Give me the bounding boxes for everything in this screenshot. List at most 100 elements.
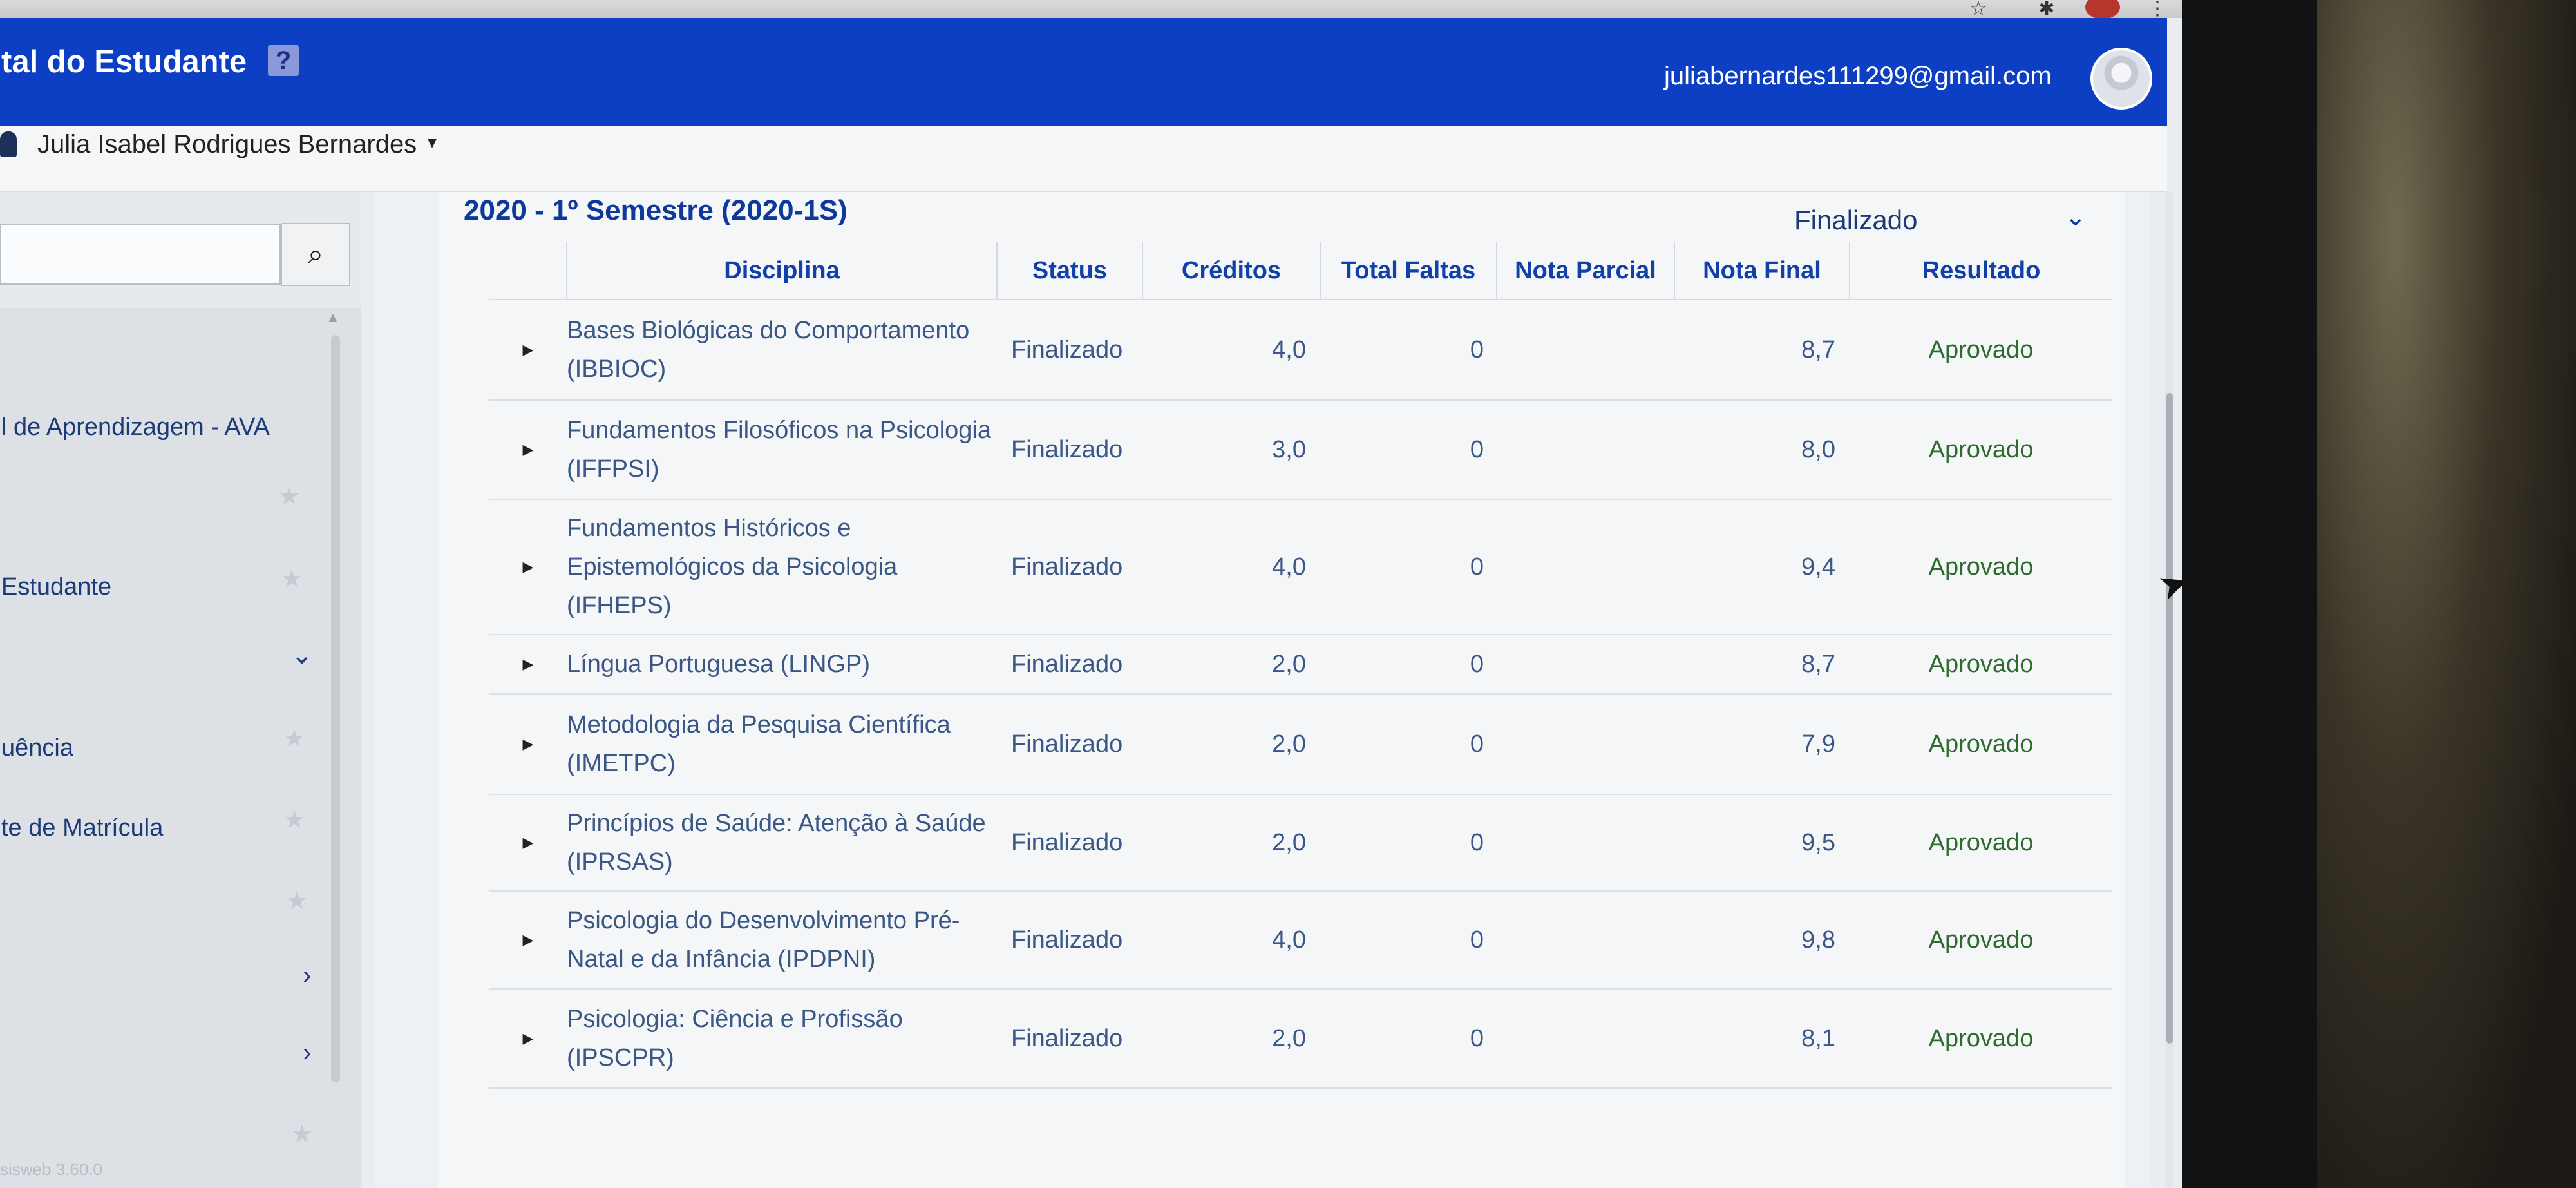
portal-title: tal do Estudante — [1, 44, 247, 79]
browser-menu-icon[interactable]: ⋮ — [2145, 0, 2170, 19]
nota-parcial-cell — [1497, 891, 1674, 990]
nota-final-cell: 9,8 — [1674, 891, 1850, 990]
status-cell: Finalizado — [997, 989, 1142, 1089]
nota-parcial-cell — [1497, 635, 1674, 695]
bookmark-star-icon[interactable]: ☆ — [1965, 0, 1991, 19]
sidebar-item-matricula[interactable]: te de Matrícula — [1, 814, 163, 842]
sidebar-item-frequencia[interactable]: uência — [1, 734, 73, 762]
sidebar-scrollbar[interactable] — [331, 335, 340, 1082]
disciplina-cell: Psicologia: Ciência e Profissão (IPSCPR) — [567, 989, 997, 1089]
faltas-cell: 0 — [1320, 499, 1497, 635]
column-header-total-faltas[interactable]: Total Faltas — [1320, 242, 1497, 300]
chevron-right-icon[interactable]: › — [303, 1039, 311, 1068]
expand-row-icon[interactable]: ▶ — [489, 694, 567, 795]
resultado-cell: Aprovado — [1850, 694, 2112, 795]
search-icon: ⌕ — [307, 238, 324, 270]
status-cell: Finalizado — [997, 694, 1142, 795]
expand-row-icon[interactable]: ▶ — [489, 300, 567, 401]
nota-final-cell: 9,5 — [1674, 794, 1850, 892]
table-header-row: Disciplina Status Créditos Total Faltas … — [489, 242, 2112, 300]
faltas-cell: 0 — [1320, 794, 1497, 892]
column-header-resultado[interactable]: Resultado — [1850, 242, 2112, 300]
table-row[interactable]: ▶ Bases Biológicas do Comportamento (IBB… — [489, 300, 2112, 401]
sidebar-item-estudante[interactable]: Estudante — [1, 573, 111, 601]
expand-row-icon[interactable]: ▶ — [489, 635, 567, 695]
faltas-cell: 0 — [1320, 400, 1497, 500]
semester-status: Finalizado — [1794, 205, 1918, 235]
favorite-star-icon[interactable]: ★ — [281, 564, 303, 593]
creditos-cell: 2,0 — [1142, 794, 1320, 892]
chevron-down-icon[interactable]: ⌄ — [291, 640, 313, 670]
table-row[interactable]: ▶ Fundamentos Filosóficos na Psicologia … — [489, 400, 2112, 500]
column-header-nota-final[interactable]: Nota Final — [1674, 242, 1850, 300]
nota-parcial-cell — [1497, 300, 1674, 401]
browser-window: ☆ ✱ ⋮ tal do Estudante ? juliabernardes1… — [0, 0, 2188, 1188]
sidebar-item-ava[interactable]: l de Aprendizagem - AVA — [1, 414, 270, 441]
column-header-disciplina[interactable]: Disciplina — [567, 242, 998, 300]
nota-final-cell: 8,0 — [1674, 400, 1850, 500]
status-cell: Finalizado — [997, 794, 1142, 892]
expand-row-icon[interactable]: ▶ — [489, 794, 567, 892]
column-header-creditos[interactable]: Créditos — [1142, 242, 1321, 300]
table-row[interactable]: ▶ Princípios de Saúde: Atenção à Saúde (… — [489, 794, 2112, 892]
column-header-nota-parcial[interactable]: Nota Parcial — [1497, 242, 1675, 300]
search-button[interactable]: ⌕ — [281, 223, 350, 286]
version-label: sisweb 3.60.0 — [0, 1160, 102, 1179]
status-cell: Finalizado — [997, 400, 1142, 500]
faltas-cell: 0 — [1320, 635, 1497, 695]
expand-row-icon[interactable]: ▶ — [489, 400, 567, 500]
creditos-cell: 4,0 — [1142, 499, 1320, 635]
table-row[interactable]: ▶ Fundamentos Históricos e Epistemológic… — [489, 499, 2112, 635]
monitor-bezel — [2182, 0, 2317, 1188]
resultado-cell: Aprovado — [1850, 300, 2112, 401]
user-email[interactable]: juliabernardes111299@gmail.com — [1664, 62, 2052, 91]
nota-final-cell: 8,7 — [1674, 300, 1850, 401]
column-header-status[interactable]: Status — [997, 242, 1143, 300]
disciplina-cell: Bases Biológicas do Comportamento (IBBIO… — [567, 300, 997, 401]
user-name-dropdown[interactable]: Julia Isabel Rodrigues Bernardes — [37, 130, 417, 159]
avatar[interactable] — [2090, 48, 2152, 110]
nota-parcial-cell — [1497, 989, 1674, 1089]
extension-puzzle-icon[interactable]: ✱ — [2034, 0, 2060, 19]
nota-final-cell: 9,4 — [1674, 499, 1850, 635]
disciplina-cell: Psicologia do Desenvolvimento Pré-Natal … — [567, 891, 997, 990]
status-cell: Finalizado — [997, 635, 1142, 695]
chevron-down-icon[interactable]: ⌄ — [2065, 202, 2087, 232]
nota-parcial-cell — [1497, 400, 1674, 500]
table-row[interactable]: ▶ Metodologia da Pesquisa Científica (IM… — [489, 694, 2112, 795]
resultado-cell: Aprovado — [1850, 989, 2112, 1089]
resultado-cell: Aprovado — [1850, 400, 2112, 500]
favorite-star-icon[interactable]: ★ — [286, 886, 308, 915]
favorite-star-icon[interactable]: ★ — [278, 482, 300, 511]
resultado-cell: Aprovado — [1850, 891, 2112, 990]
status-cell: Finalizado — [997, 891, 1142, 990]
nota-parcial-cell — [1497, 794, 1674, 892]
grades-table-container: Disciplina Status Créditos Total Faltas … — [489, 242, 2112, 1089]
sidebar-scroll-up-icon[interactable]: ▲ — [326, 309, 340, 326]
table-row[interactable]: ▶ Psicologia: Ciência e Profissão (IPSCP… — [489, 989, 2112, 1089]
help-icon[interactable]: ? — [268, 45, 299, 76]
caret-down-icon[interactable]: ▾ — [428, 131, 437, 153]
search-input[interactable] — [0, 224, 281, 285]
creditos-cell: 4,0 — [1142, 300, 1320, 401]
creditos-cell: 3,0 — [1142, 400, 1320, 500]
disciplina-cell: Fundamentos Filosóficos na Psicologia (I… — [567, 400, 997, 500]
table-row[interactable]: ▶ Psicologia do Desenvolvimento Pré-Nata… — [489, 891, 2112, 990]
favorite-star-icon[interactable]: ★ — [283, 724, 305, 753]
column-header-expand — [489, 242, 567, 300]
main-scrollbar-thumb[interactable] — [2166, 393, 2173, 1044]
grades-table: Disciplina Status Créditos Total Faltas … — [489, 242, 2112, 1089]
favorite-star-icon[interactable]: ★ — [283, 805, 305, 834]
chevron-right-icon[interactable]: › — [303, 961, 311, 990]
faltas-cell: 0 — [1320, 989, 1497, 1089]
favorite-star-icon[interactable]: ★ — [291, 1120, 313, 1149]
expand-row-icon[interactable]: ▶ — [489, 989, 567, 1089]
background-fabric — [2317, 0, 2576, 1188]
user-icon — [0, 131, 17, 157]
expand-row-icon[interactable]: ▶ — [489, 499, 567, 635]
semester-title[interactable]: 2020 - 1º Semestre (2020-1S) — [464, 195, 848, 227]
resultado-cell: Aprovado — [1850, 499, 2112, 635]
status-cell: Finalizado — [997, 499, 1142, 635]
table-row[interactable]: ▶ Língua Portuguesa (LINGP) Finalizado 2… — [489, 635, 2112, 695]
expand-row-icon[interactable]: ▶ — [489, 891, 567, 990]
